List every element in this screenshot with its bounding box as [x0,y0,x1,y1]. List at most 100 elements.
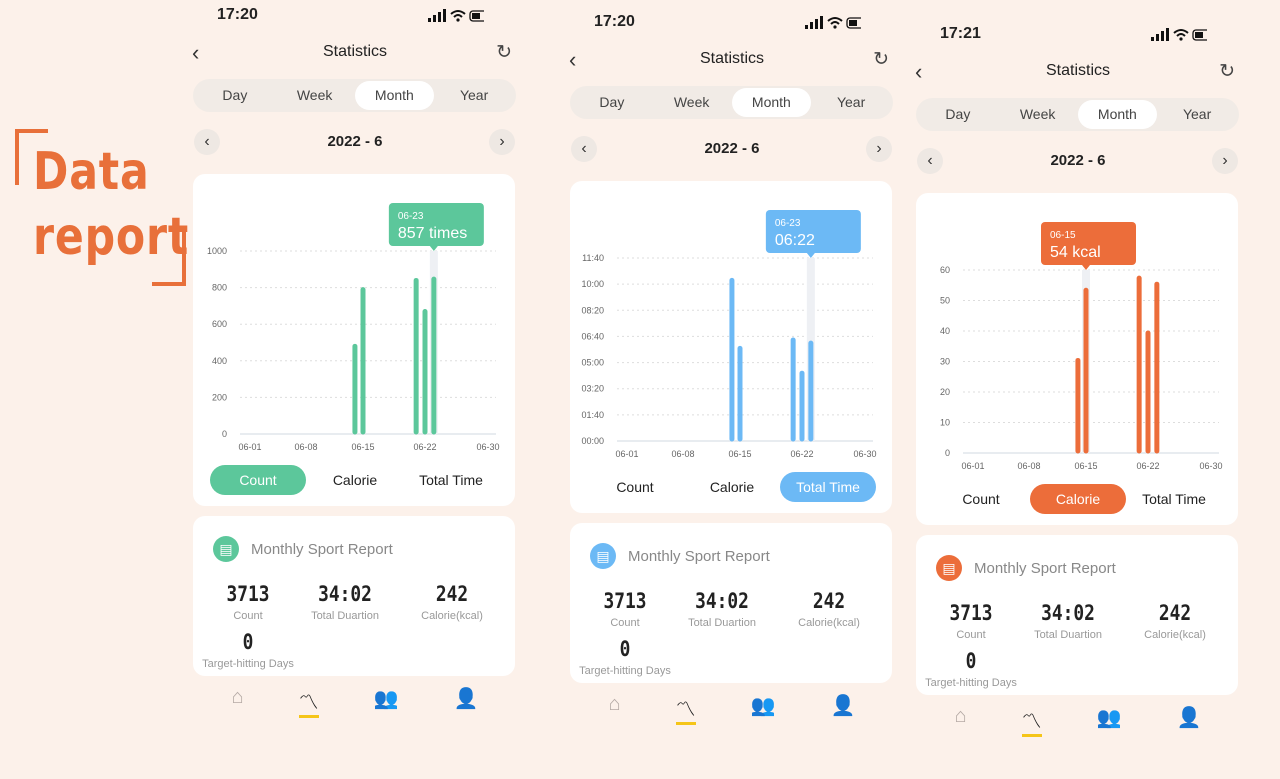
report-title: Monthly Sport Report [974,559,1116,577]
stat-total-duartion: 34:02 Total Duartion [290,582,400,624]
tab-week[interactable]: Week [998,100,1078,129]
refresh-icon[interactable]: ↻ [873,48,889,71]
stat-label: Target-hitting Days [579,665,671,677]
tooltip-pointer [806,253,815,258]
tab-month[interactable]: Month [1077,100,1158,129]
tab-week[interactable]: Week [652,88,732,117]
stat-label: Count [610,617,640,629]
x-tick-label: 06-30 [853,449,876,459]
tab-day[interactable]: Day [195,81,275,110]
profile-icon[interactable]: 👤 [831,693,856,725]
bar-chart: 00:00 01:40 03:20 05:00 06:40 08:20 10:00 11:40… [581,210,877,459]
group-icon[interactable]: 👥 [751,693,776,725]
chart-tooltip: 06-23 06:22 [765,210,861,258]
group-icon[interactable]: 👥 [1097,705,1122,737]
home-icon[interactable]: ⌂ [955,705,967,737]
tab-year[interactable]: Year [1157,100,1237,129]
status-icons [805,16,868,30]
stat-label: Target-hitting Days [925,677,1017,689]
toggle-total-time[interactable]: Total Time [780,472,876,502]
next-month-button[interactable]: › [866,136,892,162]
x-tick-label: 06-15 [728,449,751,459]
signal-wifi-battery-icon [1151,28,1214,41]
period-tabs[interactable]: Day Week Month Year [570,86,893,119]
period-tabs[interactable]: Day Week Month Year [193,79,516,112]
y-tick-label: 05:00 [581,358,604,368]
refresh-icon[interactable]: ↻ [1219,60,1235,83]
bottom-nav: ⌂ 〽 👥 👤 [567,693,897,725]
toggle-calorie[interactable]: Calorie [684,472,780,502]
hero-title: Data report [0,0,190,300]
tooltip-pointer [429,246,438,251]
tooltip-date: 06-23 [398,211,424,222]
y-tick-label: 600 [212,319,227,329]
document-icon: ▤ [213,536,239,562]
toggle-calorie[interactable]: Calorie [307,465,403,495]
refresh-icon[interactable]: ↻ [496,41,512,64]
stat-total-duartion: 34:02 Total Duartion [667,589,777,631]
tab-month[interactable]: Month [731,88,812,117]
stat-label: Calorie(kcal) [1144,629,1206,641]
tab-day[interactable]: Day [572,88,652,117]
x-tick-label: 06-15 [351,442,374,452]
x-tick-label: 06-22 [413,442,436,452]
bottom-nav: ⌂ 〽 👥 👤 [913,705,1243,737]
tab-week[interactable]: Week [275,81,355,110]
chart-icon[interactable]: 〽 [675,693,696,725]
group-icon[interactable]: 👥 [374,686,399,718]
profile-icon[interactable]: 👤 [1177,705,1202,737]
corner-bracket [152,230,186,286]
document-icon: ▤ [936,555,962,581]
stat-calorie-kcal-: 242 Calorie(kcal) [1120,601,1230,643]
y-tick-label: 30 [940,357,950,367]
stat-calorie-kcal-: 242 Calorie(kcal) [774,589,884,631]
tab-day[interactable]: Day [918,100,998,129]
bottom-nav: ⌂ 〽 👥 👤 [190,686,520,718]
stat-value: 0 [242,630,254,654]
y-tick-label: 0 [222,429,227,439]
y-tick-label: 60 [940,265,950,275]
stat-total-duartion: 34:02 Total Duartion [1013,601,1123,643]
tab-year[interactable]: Year [811,88,891,117]
toggle-count[interactable]: Count [587,472,683,502]
y-tick-label: 400 [212,356,227,366]
toggle-total-time[interactable]: Total Time [1126,484,1222,514]
x-tick-label: 06-08 [294,442,317,452]
stat-value: 242 [812,589,846,613]
y-tick-label: 11:40 [582,253,604,263]
home-icon[interactable]: ⌂ [609,693,621,725]
x-tick-label: 06-01 [961,461,984,471]
next-month-button[interactable]: › [1212,148,1238,174]
tooltip-date: 06-23 [775,218,801,229]
status-time: 17:20 [217,6,258,23]
home-icon[interactable]: ⌂ [232,686,244,718]
y-tick-label: 01:40 [581,410,604,420]
chart-icon[interactable]: 〽 [1021,705,1042,737]
chart-icon[interactable]: 〽 [298,686,319,718]
toggle-calorie[interactable]: Calorie [1030,484,1126,514]
stat-label: Total Duartion [311,610,379,622]
bar-chart: 0 10 20 30 40 50 60 06-01 06-08 06-15 06-22 06-30 06… [940,222,1223,471]
profile-icon[interactable]: 👤 [454,686,479,718]
toggle-count[interactable]: Count [933,484,1029,514]
tooltip-pointer [1082,265,1090,270]
report-header: ▤ Monthly Sport Report [590,543,770,569]
x-tick-label: 06-22 [1136,461,1159,471]
toggle-total-time[interactable]: Total Time [403,465,499,495]
tab-year[interactable]: Year [434,81,514,110]
report-header: ▤ Monthly Sport Report [213,536,393,562]
x-tick-label: 06-30 [1199,461,1222,471]
report-header: ▤ Monthly Sport Report [936,555,1116,581]
toggle-count[interactable]: Count [210,465,306,495]
tab-month[interactable]: Month [354,81,435,110]
y-tick-label: 08:20 [581,305,604,315]
y-tick-label: 50 [940,296,950,306]
hero-line-1: Data [33,142,150,202]
stat-count: 3713 Count [916,601,1026,643]
y-tick-label: 10:00 [581,279,604,289]
x-tick-label: 06-01 [238,442,261,452]
next-month-button[interactable]: › [489,129,515,155]
y-tick-label: 200 [212,392,227,402]
period-tabs[interactable]: Day Week Month Year [916,98,1239,131]
stat-count: 3713 Count [570,589,680,631]
